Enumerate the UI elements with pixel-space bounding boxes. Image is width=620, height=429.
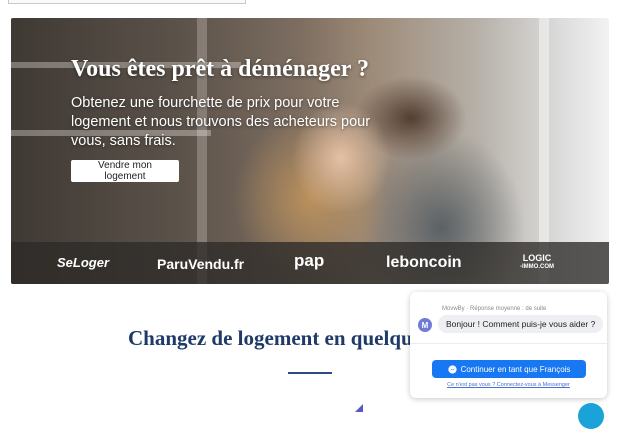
leboncoin-logo: leboncoin xyxy=(386,254,462,271)
hero-title: Vous êtes prêt à déménager ? xyxy=(71,56,369,82)
logic-immo-logo: LOGIC -IMMO.COM xyxy=(520,254,554,272)
hero-subtitle: Obtenez une fourchette de prix pour votr… xyxy=(71,95,371,149)
messenger-chat-widget: MovwBy · Réponse moyenne : de suite M Bo… xyxy=(410,292,607,398)
chat-message-bubble: Bonjour ! Comment puis-je vous aider ? xyxy=(438,315,604,333)
heading-underline xyxy=(288,372,332,374)
seloger-logo: SeLoger xyxy=(57,255,110,270)
chat-divider xyxy=(410,343,607,344)
sell-property-button[interactable]: Vendre mon logement xyxy=(71,160,179,182)
chat-launcher-icon[interactable] xyxy=(578,403,604,429)
messenger-icon xyxy=(447,364,457,374)
section-heading: Changez de logement en quelqu xyxy=(128,326,413,350)
top-search-bar[interactable] xyxy=(8,0,246,4)
widget-avatar-icon: M xyxy=(418,318,432,332)
paruvendu-logo: ParuVendu.fr xyxy=(157,256,245,272)
continue-messenger-label: Continuer en tant que François xyxy=(460,364,571,374)
decorative-triangle xyxy=(355,404,363,412)
hero-banner: Vous êtes prêt à déménager ? Obtenez une… xyxy=(11,18,609,284)
not-you-link[interactable]: Ce n'est pas vous ? Connectez-vous à Mes… xyxy=(410,382,607,388)
continue-messenger-button[interactable]: Continuer en tant que François xyxy=(432,360,586,378)
logic-immo-logo-top: LOGIC xyxy=(522,253,552,263)
chat-meta-text: MovwBy · Réponse moyenne : de suite xyxy=(442,306,547,312)
partner-logos-bar: SeLoger ParuVendu.fr pap leboncoin LOGIC… xyxy=(11,242,609,284)
pap-logo: pap xyxy=(294,251,325,270)
logic-immo-logo-bottom: -IMMO.COM xyxy=(520,264,554,270)
